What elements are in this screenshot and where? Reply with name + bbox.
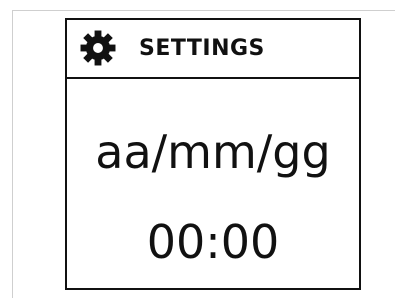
frame-left-border (12, 10, 13, 298)
device-screen: SETTINGS aa/mm/gg 00:00 (65, 18, 361, 290)
screen-header: SETTINGS (67, 20, 359, 79)
frame-top-border (12, 10, 395, 11)
screenshot-canvas: SETTINGS aa/mm/gg 00:00 (0, 0, 395, 298)
gear-icon (80, 30, 116, 66)
date-format-field[interactable]: aa/mm/gg (67, 124, 359, 180)
screen-title: SETTINGS (139, 36, 265, 61)
time-field[interactable]: 00:00 (67, 214, 359, 270)
